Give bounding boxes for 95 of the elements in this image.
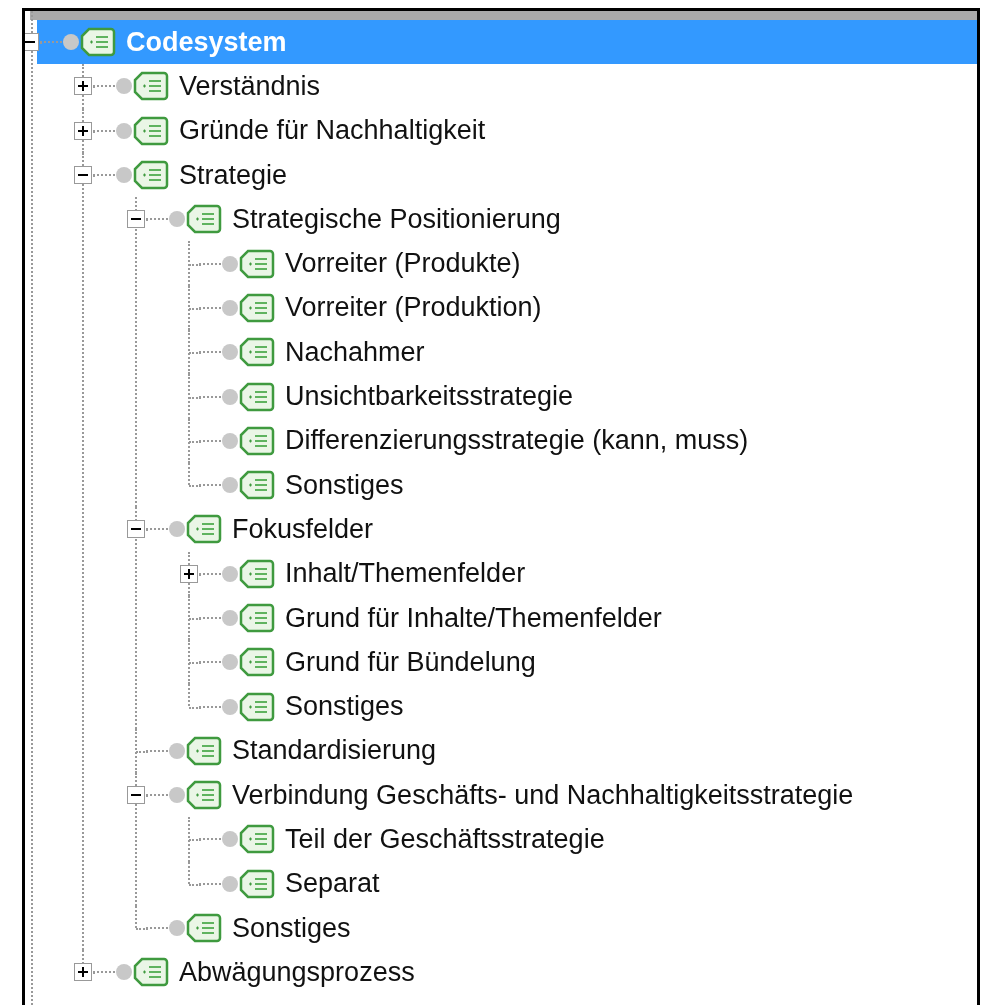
status-dot-icon bbox=[221, 476, 239, 495]
code-label[interactable]: Sonstiges bbox=[232, 912, 351, 944]
status-dot-icon bbox=[168, 919, 186, 938]
tree-row[interactable]: Nachahmer bbox=[25, 330, 977, 375]
status-dot-icon bbox=[221, 697, 239, 716]
collapse-icon[interactable] bbox=[127, 520, 145, 539]
status-dot-icon bbox=[168, 786, 186, 805]
tree-row[interactable]: Fokusfelder bbox=[25, 507, 977, 552]
status-dot-icon bbox=[221, 298, 239, 317]
code-label[interactable]: Separat bbox=[285, 868, 380, 900]
status-dot-icon bbox=[115, 166, 133, 185]
code-label[interactable]: Strategische Positionierung bbox=[232, 203, 561, 235]
code-tag-icon bbox=[186, 780, 222, 811]
tree-row[interactable]: Gründe für Nachhaltigkeit bbox=[25, 108, 977, 153]
code-tag-icon bbox=[133, 71, 169, 102]
code-tag-icon bbox=[239, 647, 275, 678]
code-tag-icon bbox=[239, 337, 275, 368]
code-label[interactable]: Abwägungsprozess bbox=[179, 956, 415, 988]
code-tag-icon bbox=[239, 470, 275, 501]
tree-row[interactable]: Verbindung Geschäfts- und Nachhaltigkeitsstrategie bbox=[25, 773, 977, 818]
status-dot-icon bbox=[115, 963, 133, 982]
tree-row[interactable]: Strategische Positionierung bbox=[25, 197, 977, 242]
expand-icon[interactable] bbox=[74, 77, 92, 96]
code-tag-icon bbox=[186, 735, 222, 766]
status-dot-icon bbox=[221, 431, 239, 450]
tree-row[interactable]: Vorreiter (Produkte) bbox=[25, 241, 977, 286]
code-tag-icon bbox=[239, 292, 275, 323]
code-tag-icon bbox=[239, 558, 275, 589]
collapse-icon[interactable] bbox=[74, 166, 92, 185]
code-label[interactable]: Grund für Bündelung bbox=[285, 646, 536, 678]
code-label[interactable]: Gründe für Nachhaltigkeit bbox=[179, 115, 486, 147]
code-tag-icon bbox=[186, 913, 222, 944]
tree-row[interactable]: Inhalt/Themenfelder bbox=[25, 551, 977, 596]
code-tag-icon bbox=[239, 868, 275, 899]
status-dot-icon bbox=[115, 121, 133, 140]
expand-icon[interactable] bbox=[74, 963, 92, 982]
tree-row[interactable]: Grund für Bündelung bbox=[25, 640, 977, 685]
tree-row[interactable]: Abwägungsprozess bbox=[25, 950, 977, 995]
code-label[interactable]: Fokusfelder bbox=[232, 513, 374, 545]
collapse-icon[interactable] bbox=[127, 210, 145, 229]
tree-row[interactable]: Strategie bbox=[25, 152, 977, 198]
status-dot-icon bbox=[221, 564, 239, 583]
code-label[interactable]: Grund für Inhalte/Themenfelder bbox=[285, 602, 662, 634]
status-dot-icon bbox=[221, 387, 239, 406]
tree-row[interactable]: Teil der Geschäftsstrategie bbox=[25, 817, 977, 862]
code-label[interactable]: Sonstiges bbox=[285, 469, 404, 501]
code-tag-icon bbox=[80, 27, 116, 58]
code-label[interactable]: Teil der Geschäftsstrategie bbox=[285, 824, 605, 855]
code-label[interactable]: Standardisierung bbox=[232, 735, 437, 767]
status-dot-icon bbox=[221, 874, 239, 893]
code-tag-icon bbox=[239, 824, 275, 855]
code-label[interactable]: Vorreiter (Produktion) bbox=[285, 292, 542, 324]
tree-row[interactable]: Sonstiges bbox=[25, 462, 977, 508]
tree-row[interactable]: Separat bbox=[25, 861, 977, 906]
tree-row[interactable]: Differenzierungsstrategie (kann, muss) bbox=[25, 418, 977, 463]
code-tag-icon bbox=[186, 204, 222, 235]
code-tag-icon bbox=[239, 381, 275, 412]
status-dot-icon bbox=[168, 520, 186, 539]
code-tag-icon bbox=[186, 514, 222, 545]
tree-row[interactable]: Grund für Inhalte/Themenfelder bbox=[25, 595, 977, 641]
code-label[interactable]: Strategie bbox=[179, 159, 288, 191]
code-tag-icon bbox=[239, 691, 275, 722]
status-dot-icon bbox=[62, 33, 80, 52]
tree-row[interactable]: Standardisierung bbox=[25, 728, 977, 774]
collapse-icon[interactable] bbox=[25, 33, 39, 52]
status-dot-icon bbox=[221, 609, 239, 627]
code-label[interactable]: Differenzierungsstrategie (kann, muss) bbox=[285, 425, 749, 457]
code-label[interactable]: Verständnis bbox=[179, 70, 321, 102]
code-tag-icon bbox=[133, 957, 169, 988]
code-tag-icon bbox=[239, 603, 275, 633]
tree-row[interactable]: Verständnis bbox=[25, 64, 977, 109]
code-tag-icon bbox=[239, 248, 275, 279]
tree-row[interactable]: Sonstiges bbox=[25, 905, 977, 951]
code-label[interactable]: Sonstiges bbox=[285, 691, 404, 723]
code-label[interactable]: Inhalt/Themenfelder bbox=[285, 558, 526, 590]
code-label[interactable]: Nachahmer bbox=[285, 336, 425, 368]
expand-icon[interactable] bbox=[180, 564, 198, 583]
status-dot-icon bbox=[221, 343, 239, 362]
status-dot-icon bbox=[168, 210, 186, 229]
code-label[interactable]: Unsichtbarkeitsstrategie bbox=[285, 381, 574, 412]
code-label[interactable]: Vorreiter (Produkte) bbox=[285, 248, 521, 280]
status-dot-icon bbox=[221, 830, 239, 849]
tree-row[interactable]: Vorreiter (Produktion) bbox=[25, 285, 977, 331]
tree-row[interactable]: Unsichtbarkeitsstrategie bbox=[25, 374, 977, 419]
tree-row[interactable]: Sonstiges bbox=[25, 684, 977, 729]
code-tag-icon bbox=[239, 425, 275, 456]
status-dot-icon bbox=[221, 653, 239, 672]
code-label[interactable]: Verbindung Geschäfts- und Nachhaltigkeitsstrategie bbox=[232, 779, 854, 811]
collapse-icon[interactable] bbox=[127, 786, 145, 805]
code-tag-icon bbox=[133, 160, 169, 191]
expand-icon[interactable] bbox=[74, 121, 92, 140]
code-tag-icon bbox=[133, 115, 169, 146]
status-dot-icon bbox=[168, 741, 186, 760]
status-dot-icon bbox=[221, 254, 239, 273]
status-dot-icon bbox=[115, 77, 133, 96]
